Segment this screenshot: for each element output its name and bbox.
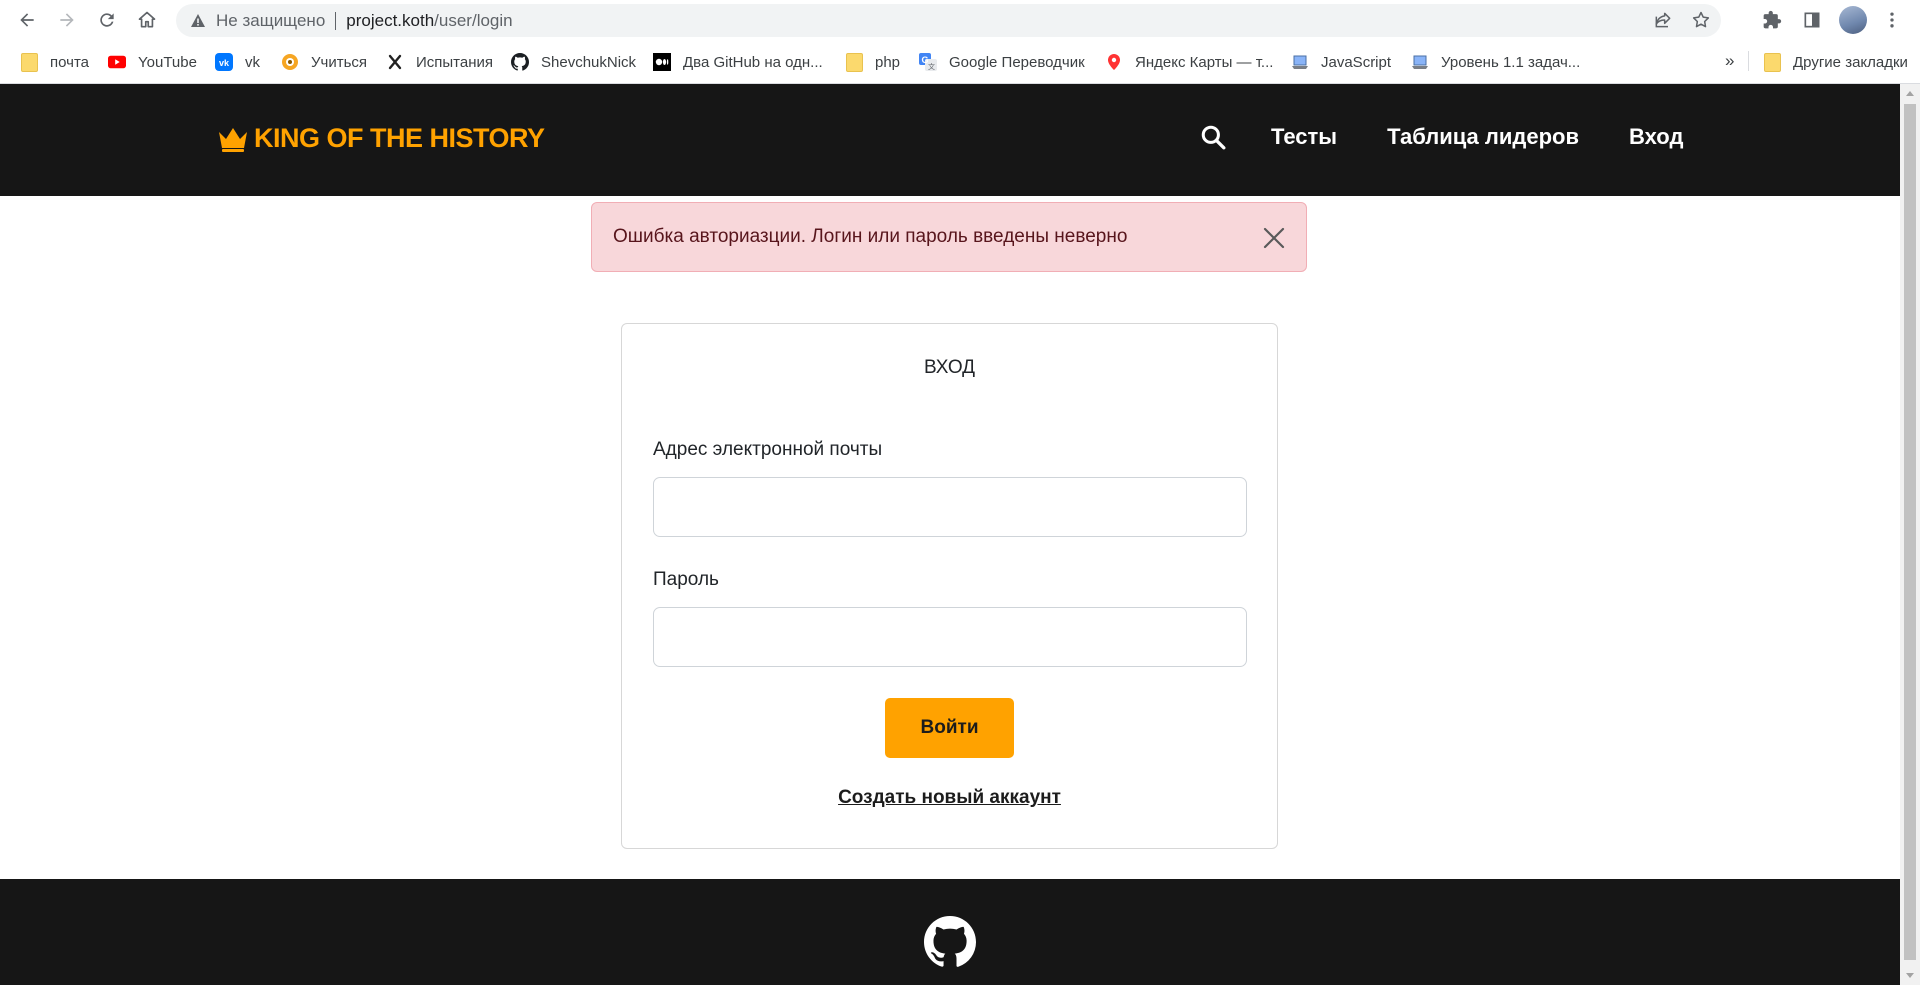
bookmark-label: Два GitHub на одн... bbox=[683, 53, 823, 71]
bookmark-label: Яндекс Карты — т... bbox=[1135, 53, 1274, 71]
bookmark-label: Учиться bbox=[311, 53, 368, 71]
page-scrollbar[interactable] bbox=[1900, 84, 1920, 985]
bookmarks-divider bbox=[1748, 51, 1749, 71]
bookmark-label: YouTube bbox=[138, 53, 197, 71]
password-field[interactable] bbox=[653, 607, 1247, 667]
close-icon[interactable] bbox=[1263, 227, 1285, 249]
bookmark-label: vk bbox=[245, 53, 260, 71]
bookmark-label: Другие закладки bbox=[1793, 53, 1908, 71]
back-button[interactable] bbox=[13, 6, 41, 34]
reload-button[interactable] bbox=[93, 6, 121, 34]
alert-message: Ошибка авториазции. Логин или пароль вве… bbox=[613, 226, 1128, 247]
learn-icon bbox=[281, 53, 299, 71]
error-alert: Ошибка авториазции. Логин или пароль вве… bbox=[591, 202, 1307, 272]
bookmark-label: Испытания bbox=[416, 53, 494, 71]
puzzle-icon bbox=[1763, 10, 1782, 29]
site-footer bbox=[0, 879, 1900, 985]
bookmark-shevchuknick[interactable]: ShevchukNick bbox=[511, 50, 636, 74]
bookmark-google-translate[interactable]: G文 Google Переводчик bbox=[919, 50, 1085, 74]
youtube-icon bbox=[108, 53, 126, 71]
login-form: ВХОД Адрес электронной почты Пароль Войт… bbox=[621, 323, 1278, 849]
github-icon[interactable] bbox=[924, 916, 976, 968]
search-icon[interactable] bbox=[1200, 124, 1226, 150]
bookmark-other[interactable]: Другие закладки bbox=[1763, 50, 1908, 74]
arrow-right-icon bbox=[60, 13, 74, 27]
site-header: KING OF THE HISTORY Тесты Таблица лидеро… bbox=[0, 84, 1900, 196]
scroll-up-arrow-icon[interactable] bbox=[1906, 91, 1914, 96]
nav-link-leaderboard[interactable]: Таблица лидеров bbox=[1387, 124, 1579, 150]
folder-icon bbox=[845, 52, 863, 72]
forward-button[interactable] bbox=[53, 6, 81, 34]
login-button[interactable]: Войти bbox=[885, 698, 1014, 758]
page-viewport: KING OF THE HISTORY Тесты Таблица лидеро… bbox=[0, 84, 1900, 985]
site-logo[interactable]: KING OF THE HISTORY bbox=[217, 123, 545, 154]
side-panel-icon bbox=[1804, 12, 1820, 28]
folder-icon bbox=[1763, 52, 1781, 72]
nav-link-login[interactable]: Вход bbox=[1629, 124, 1683, 150]
email-field[interactable] bbox=[653, 477, 1247, 537]
laptop-icon bbox=[1291, 53, 1309, 71]
bookmark-level-tasks[interactable]: Уровень 1.1 задач... bbox=[1411, 50, 1580, 74]
bookmark-label: ShevchukNick bbox=[541, 53, 637, 71]
laptop-icon bbox=[1411, 53, 1429, 71]
url-text[interactable]: project.koth/user/login bbox=[346, 11, 512, 31]
bookmarks-overflow-button[interactable]: » bbox=[1725, 51, 1734, 71]
bookmark-challenges[interactable]: Испытания bbox=[386, 50, 493, 74]
medium-icon bbox=[653, 53, 671, 71]
create-account-link[interactable]: Создать новый аккаунт bbox=[838, 787, 1061, 808]
bookmark-php[interactable]: php bbox=[845, 50, 900, 74]
bookmark-label: JavaScript bbox=[1321, 53, 1392, 71]
browser-menu-button[interactable] bbox=[1878, 6, 1906, 34]
url-host: project.koth bbox=[346, 10, 435, 30]
bookmark-label: Google Переводчик bbox=[949, 53, 1085, 71]
translate-icon: G文 bbox=[919, 53, 937, 71]
email-label: Адрес электронной почты bbox=[653, 439, 883, 460]
scroll-down-arrow-icon[interactable] bbox=[1906, 973, 1914, 978]
github-icon bbox=[511, 53, 529, 71]
nav-link-tests[interactable]: Тесты bbox=[1271, 124, 1337, 150]
url-path: /user/login bbox=[434, 10, 513, 30]
share-icon[interactable] bbox=[1653, 10, 1673, 30]
side-panel-button[interactable] bbox=[1798, 6, 1826, 34]
bookmarks-bar: почта YouTube vk vk Учиться Испытания Sh… bbox=[0, 41, 1920, 84]
svg-text:vk: vk bbox=[219, 58, 230, 68]
more-vert-icon bbox=[1890, 12, 1894, 28]
form-title: ВХОД bbox=[923, 357, 976, 378]
site-nav: Тесты Таблица лидеров Вход bbox=[1200, 124, 1683, 150]
scrollbar-thumb[interactable] bbox=[1904, 104, 1916, 960]
signup-link-wrap: Создать новый аккаунт bbox=[622, 787, 1277, 809]
bookmark-label: Уровень 1.1 задач... bbox=[1441, 53, 1581, 71]
folder-icon bbox=[20, 52, 38, 72]
bookmark-vk[interactable]: vk vk bbox=[215, 50, 260, 74]
arrow-left-icon bbox=[20, 13, 34, 27]
url-separator bbox=[335, 11, 337, 30]
security-status[interactable]: Не защищено bbox=[216, 11, 325, 31]
crown-icon bbox=[219, 127, 247, 152]
bookmark-label: php bbox=[875, 53, 901, 71]
brand-name: KING OF THE HISTORY bbox=[254, 123, 545, 153]
warning-icon bbox=[190, 13, 206, 29]
bookmark-pochta[interactable]: почта bbox=[20, 50, 89, 74]
bookmark-javascript[interactable]: JavaScript bbox=[1291, 50, 1391, 74]
browser-toolbar: Не защищено project.koth/user/login bbox=[0, 0, 1920, 41]
challenge-icon bbox=[386, 53, 404, 71]
home-icon bbox=[138, 11, 156, 28]
bookmark-learn[interactable]: Учиться bbox=[281, 50, 367, 74]
bookmark-two-github[interactable]: Два GitHub на одн... bbox=[653, 50, 823, 74]
bookmark-youtube[interactable]: YouTube bbox=[108, 50, 197, 74]
bookmark-label: почта bbox=[50, 53, 89, 71]
star-icon[interactable] bbox=[1691, 10, 1711, 30]
vk-icon: vk bbox=[215, 53, 233, 71]
address-bar[interactable]: Не защищено project.koth/user/login bbox=[176, 4, 1721, 37]
svg-text:文: 文 bbox=[928, 62, 935, 71]
bookmark-yandex-maps[interactable]: Яндекс Карты — т... bbox=[1105, 50, 1273, 74]
reload-icon bbox=[100, 13, 114, 27]
map-pin-icon bbox=[1105, 53, 1123, 71]
password-label: Пароль bbox=[653, 569, 719, 590]
home-button[interactable] bbox=[133, 6, 161, 34]
profile-avatar[interactable] bbox=[1839, 6, 1867, 34]
extensions-button[interactable] bbox=[1758, 6, 1786, 34]
